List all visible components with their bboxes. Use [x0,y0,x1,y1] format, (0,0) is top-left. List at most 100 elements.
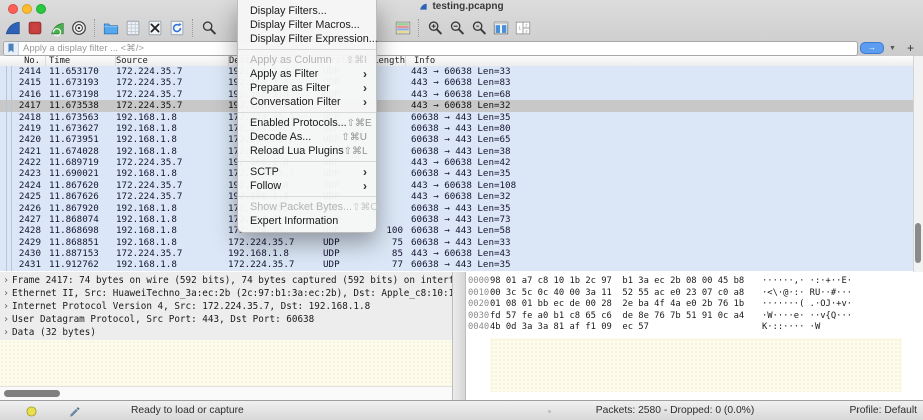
packet-row-2425[interactable]: 242511.867626172.224.35.7192.168.1.8UDP4… [0,191,914,203]
related-packet-guides [6,66,12,271]
expand-arrow-icon[interactable]: › [0,287,12,300]
profile-indicator[interactable]: Profile: Default [849,405,917,416]
stop-capture-icon[interactable] [25,17,45,39]
status-message: Ready to load or capture [131,405,244,416]
filter-bookmark-icon[interactable] [4,41,19,55]
column-header-no[interactable]: No. [0,56,46,66]
menu-item-prepare-as-filter[interactable]: Prepare as Filter › [238,81,376,95]
details-horizontal-scrollbar[interactable] [0,386,452,400]
packet-row-2428[interactable]: 242811.868698192.168.1.8172.224.35.7UDP1… [0,225,914,237]
restart-capture-icon[interactable] [47,17,67,39]
title-bar: testing.pcapng [0,0,923,14]
packet-row-2427[interactable]: 242711.868074192.168.1.8172.224.35.7UDP6… [0,213,914,226]
packet-row-2416[interactable]: 241611.673198172.224.35.7192.168.1.8UDP4… [0,88,914,101]
hex-row[interactable]: 0000 98 01 a7 c8 10 1b 2c 97 b1 3a ec 2b … [466,276,923,288]
column-header-info[interactable]: Info [406,56,914,66]
toolbar-separator [94,19,96,37]
packet-row-2414[interactable]: 241411.653170172.224.35.7192.168.1.8UDP4… [0,66,914,78]
colorize-packets-icon[interactable] [393,17,413,39]
pane-divider[interactable] [452,272,466,400]
close-file-icon[interactable] [145,17,165,39]
detail-line[interactable]: › Frame 2417: 74 bytes on wire (592 bits)… [0,274,452,287]
detail-line[interactable]: › Internet Protocol Version 4, Src: 172.2… [0,300,452,313]
hex-row[interactable]: 0010 00 3c 5c 0c 40 00 3a 11 52 55 ac e0 … [466,288,923,300]
zoom-reset-icon[interactable] [469,17,489,39]
expert-info-icon[interactable] [26,406,37,420]
filter-dropdown-icon[interactable]: ▼ [889,45,896,52]
column-header-length[interactable]: Length [373,56,406,66]
packet-row-2424[interactable]: 242411.867620172.224.35.7192.168.1.8UDP4… [0,179,914,192]
expand-arrow-icon[interactable]: › [0,313,12,326]
status-separator [548,410,551,413]
column-header-time[interactable]: Time [46,56,116,66]
packet-details-tree: › Frame 2417: 74 bytes on wire (592 bits)… [0,272,452,340]
packet-row-2421[interactable]: 242111.674028192.168.1.8172.224.35.7UDP6… [0,145,914,157]
packet-row-2429[interactable]: 2429 11.868851 192.168.1.8 172.224.35.7 UDP 7… [0,236,914,248]
packet-row-2423[interactable]: 242311.690021192.168.1.8172.224.35.7UDP6… [0,168,914,180]
display-filter-input[interactable] [19,42,858,54]
menu-item-display-filter-macros[interactable]: Display Filter Macros... [238,18,376,32]
hex-row[interactable]: 0030 fd 57 fe a0 b1 c8 65 c6 de 8e 76 7b … [466,311,923,323]
submenu-arrow-icon: › [363,81,367,95]
display-filter-field[interactable] [3,40,859,56]
packet-row-2420[interactable]: 242011.673951192.168.1.8172.224.35.7UDP6… [0,134,914,146]
zoom-in-icon[interactable] [425,17,445,39]
hex-row[interactable]: 0020 01 08 01 bb ec de 00 28 2e ba 4f 4a … [466,299,923,311]
hex-row[interactable]: 0040 4b 0d 3a 3a 81 af f1 09 ec 57 K·::···… [466,322,923,334]
expand-arrow-icon[interactable]: › [0,326,12,339]
scrollbar-thumb[interactable] [4,390,60,397]
menu-item-reload-lua-plugins[interactable]: Reload Lua Plugins ⇧⌘L [238,144,376,158]
menu-item-display-filter-expression[interactable]: Display Filter Expression... [238,32,378,46]
capture-options-icon[interactable] [69,17,89,39]
column-header-source[interactable]: Source [116,56,229,66]
resize-columns-icon[interactable] [491,17,511,39]
reload-file-icon[interactable] [167,17,187,39]
menu-item-enabled-protocols[interactable]: Enabled Protocols... ⇧⌘E [238,116,376,130]
capture-comment-icon[interactable] [68,405,80,420]
window-title: testing.pcapng [0,1,923,14]
menu-item-decode-as[interactable]: Decode As... ⇧⌘U [238,130,376,144]
packet-row-2426[interactable]: 242611.867920192.168.1.8172.224.35.7UDP6… [0,202,914,214]
detail-line[interactable]: › Ethernet II, Src: HuaweiTechno_3a:ec:2b… [0,287,452,300]
add-filter-button[interactable]: + [907,41,914,55]
menu-item-conversation-filter[interactable]: Conversation Filter › [238,95,376,109]
scrollbar-thumb[interactable] [915,223,921,263]
packet-row-2419[interactable]: 241911.673627192.168.1.8172.224.35.7UDP6… [0,122,914,135]
packet-row-2415[interactable]: 241511.673193172.224.35.7192.168.1.8UDP4… [0,77,914,89]
packet-list-scrollbar[interactable] [913,56,923,272]
menu-separator [238,196,376,197]
expand-arrow-icon[interactable]: › [0,300,12,313]
packet-row-2422[interactable]: 242211.689719172.224.35.7192.168.1.8UDP4… [0,157,914,169]
detail-line[interactable]: › Data (32 bytes) [0,326,452,339]
packet-row-2418[interactable]: 241811.673563192.168.1.8172.224.35.7UDP6… [0,111,914,123]
packet-count: Packets: 2580 - Dropped: 0 (0.0%) [595,405,755,416]
layout-panes-icon[interactable]: 123 [513,17,533,39]
menu-item-display-filters[interactable]: Display Filters... [238,4,376,18]
packet-row-2417[interactable]: 241711.673538172.224.35.7192.168.1.8UDP4… [0,100,914,112]
submenu-arrow-icon: › [363,165,367,179]
menu-item-follow[interactable]: Follow › [238,179,376,193]
zoom-out-icon[interactable] [447,17,467,39]
window-chrome: testing.pcapng 1 2 3 Apply a display fil… [0,0,923,57]
menu-item-apply-as-filter[interactable]: Apply as Filter › [238,67,376,81]
expand-arrow-icon[interactable]: › [0,274,12,287]
open-file-icon[interactable] [101,17,121,39]
apply-filter-button[interactable]: → [860,42,885,54]
menu-item-expert-information[interactable]: Expert Information [238,214,376,228]
analyze-menu: Display Filters... Display Filter Macros.… [237,0,379,233]
submenu-arrow-icon: › [363,67,367,81]
menu-item-apply-as-column: Apply as Column ⇧⌘I [250,54,367,66]
toolbar-separator [192,19,194,37]
menu-item-sctp[interactable]: SCTP › [238,165,376,179]
packet-bytes-pane: 0000 98 01 a7 c8 10 1b 2c 97 b1 3a ec 2b … [466,272,923,400]
packet-row-2431[interactable]: 2431 11.912762 192.168.1.8 172.224.35.7 UDP 7… [0,259,914,271]
main-toolbar [2,15,220,41]
wireshark-fin-icon[interactable] [3,17,23,39]
detail-line[interactable]: › User Datagram Protocol, Src Port: 443, … [0,313,452,326]
find-packet-icon[interactable] [199,17,219,39]
filter-bar: → ▼ + [3,40,920,56]
wireshark-fin-icon [419,2,428,14]
packet-row-2430[interactable]: 2430 11.887153 172.224.35.7 192.168.1.8 UDP 8… [0,248,914,260]
menu-item-show-packet-bytes: Show Packet Bytes... ⇧⌘O [250,201,379,213]
save-file-icon[interactable] [123,17,143,39]
